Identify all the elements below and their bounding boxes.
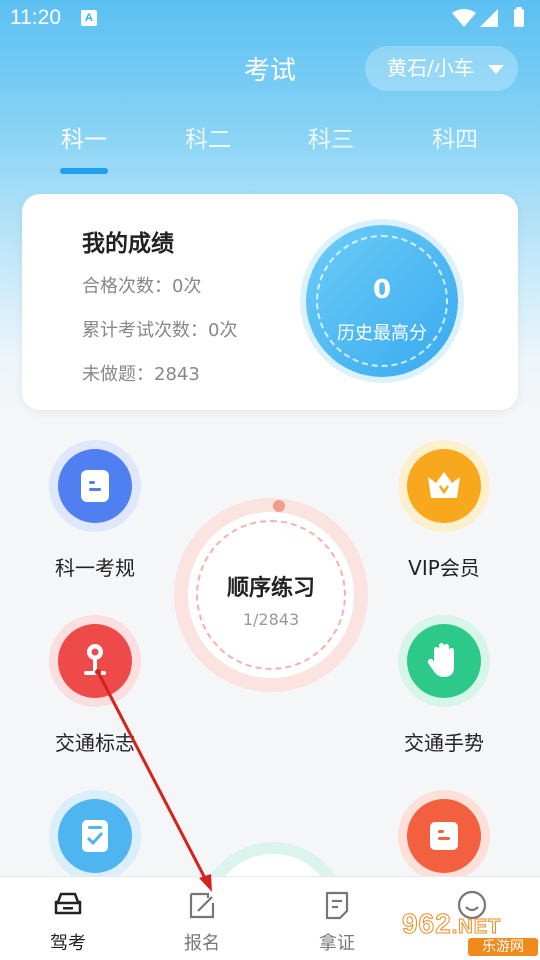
tab-subject-1[interactable]: 科一 (34, 120, 134, 154)
practice-progress: 1/2843 (242, 610, 300, 629)
active-tab-indicator (60, 168, 108, 174)
status-time: 11:20 (10, 6, 61, 29)
battery-icon (514, 9, 524, 27)
caret-down-icon (488, 65, 504, 74)
tab-subject-4[interactable]: 科四 (405, 120, 505, 154)
watermark-logo: 962.NET (402, 908, 502, 940)
best-score-value: 0 (372, 275, 392, 305)
nav-label: 报名 (184, 933, 220, 954)
nav-registration[interactable]: 报名 (152, 885, 252, 957)
nav-driving-test[interactable]: 驾考 (18, 885, 118, 957)
watermark-sub: 乐游网 (468, 938, 538, 956)
status-bar: 11:20 A (0, 0, 540, 38)
score-card: 我的成绩 合格次数：0次 累计考试次数：0次 未做题：2843 0 历史最高分 (22, 194, 518, 410)
checklist-icon (82, 820, 108, 852)
watermark: 962.NET 乐游网 (402, 908, 538, 958)
undone-count: 未做题：2843 (82, 364, 200, 385)
practice-title: 顺序练习 (226, 576, 315, 601)
traffic-sign-icon (84, 644, 106, 675)
tab-subject-3[interactable]: 科三 (281, 120, 381, 154)
location-label: 黄石/小车 (387, 56, 474, 80)
notification-icon: A (81, 10, 97, 26)
location-selector[interactable]: 黄石/小车 (365, 46, 518, 91)
system-icons (452, 7, 524, 27)
nav-license[interactable]: 拿证 (287, 885, 387, 957)
car-icon (54, 892, 82, 915)
hand-icon (427, 643, 454, 677)
subject-tabs: 科一 科二 科三 科四 (0, 120, 540, 175)
nav-label: 驾考 (50, 933, 86, 954)
wifi-icon (452, 9, 476, 27)
pass-count: 合格次数：0次 (82, 276, 202, 297)
score-card-title: 我的成绩 (82, 231, 174, 257)
rules-label: 科一考规 (55, 556, 135, 580)
book-icon (81, 470, 109, 502)
tab-subject-2[interactable]: 科二 (158, 120, 258, 154)
document-icon (325, 891, 349, 920)
signal-icon (480, 9, 498, 27)
progress-dot (273, 500, 285, 512)
best-score-label: 历史最高分 (337, 323, 427, 344)
note-icon (430, 822, 458, 850)
traffic-signs-label: 交通标志 (55, 731, 135, 755)
nav-label: 拿证 (319, 933, 355, 954)
best-score-circle[interactable]: 0 历史最高分 (306, 225, 458, 377)
traffic-gestures-label: 交通手势 (404, 731, 484, 755)
vip-label: VIP会员 (408, 556, 480, 580)
edit-icon (189, 892, 215, 919)
exam-count: 累计考试次数：0次 (82, 320, 238, 341)
sequential-practice[interactable]: 顺序练习 1/2843 (174, 498, 368, 692)
crown-icon (428, 472, 460, 498)
